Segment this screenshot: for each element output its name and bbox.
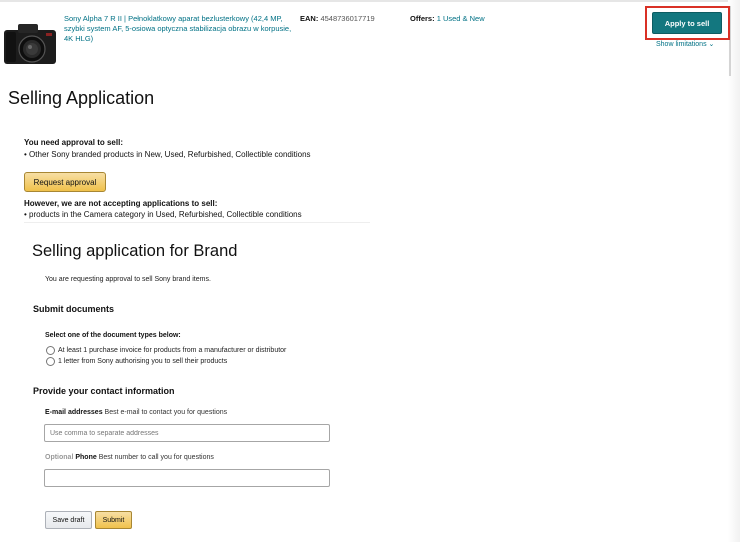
show-limitations-label: Show limitations <box>656 41 707 48</box>
apply-to-sell-button[interactable]: Apply to sell <box>652 12 722 34</box>
ean-label: EAN: <box>300 14 319 23</box>
submit-documents-heading: Submit documents <box>33 304 115 314</box>
letter-radio[interactable] <box>46 357 55 366</box>
invoice-radio[interactable] <box>46 346 55 355</box>
email-label-hint: Best e-mail to contact you for questions <box>104 409 228 416</box>
brand-application-title: Selling application for Brand <box>32 242 238 260</box>
email-field-label: E-mail addresses Best e-mail to contact … <box>45 409 227 416</box>
email-label-bold: E-mail addresses <box>45 409 103 416</box>
not-accepting-heading: However, we are not accepting applicatio… <box>24 199 218 208</box>
brand-application-subtitle: You are requesting approval to sell Sony… <box>45 276 211 283</box>
document-type-label: Select one of the document types below: <box>45 332 181 339</box>
ean-info: EAN: 4548736017719 <box>300 14 375 23</box>
email-field[interactable] <box>44 424 330 442</box>
top-border <box>0 0 740 2</box>
product-title-link[interactable]: Sony Alpha 7 R II | Pełnoklatkowy aparat… <box>64 14 296 44</box>
submit-button[interactable]: Submit <box>95 511 132 529</box>
not-accepting-text: products in the Camera category in Used,… <box>29 210 302 219</box>
offers-link[interactable]: 1 Used & New <box>437 14 485 23</box>
bullet-icon: • <box>24 150 27 159</box>
letter-option-label: 1 letter from Sony authorising you to se… <box>58 358 228 365</box>
page-title: Selling Application <box>8 88 155 108</box>
scroll-edge <box>728 0 740 542</box>
request-approval-button[interactable]: Request approval <box>24 172 106 192</box>
document-option-letter[interactable]: 1 letter from Sony authorising you to se… <box>46 357 227 366</box>
need-approval-text: Other Sony branded products in New, Used… <box>29 150 311 159</box>
need-approval-heading: You need approval to sell: <box>24 138 123 147</box>
offers-label: Offers: <box>410 14 435 23</box>
phone-field-label: Optional Phone Best number to call you f… <box>45 454 214 461</box>
bullet-icon: • <box>24 210 27 219</box>
not-accepting-item: • products in the Camera category in Use… <box>24 210 302 219</box>
phone-label-bold: Phone <box>75 454 97 461</box>
divider <box>24 222 370 223</box>
phone-label-hint: Best number to call you for questions <box>98 454 214 461</box>
ean-value: 4548736017719 <box>320 14 375 23</box>
contact-info-heading: Provide your contact information <box>33 386 175 396</box>
optional-label: Optional <box>45 454 74 461</box>
phone-field[interactable] <box>44 469 330 487</box>
product-thumbnail[interactable] <box>2 18 58 68</box>
document-option-invoice[interactable]: At least 1 purchase invoice for products… <box>46 346 286 355</box>
chevron-down-icon: ⌄ <box>708 41 715 48</box>
need-approval-item: • Other Sony branded products in New, Us… <box>24 150 311 159</box>
save-draft-button[interactable]: Save draft <box>45 511 92 529</box>
offers-info: Offers: 1 Used & New <box>410 14 485 23</box>
invoice-option-label: At least 1 purchase invoice for products… <box>58 347 287 354</box>
show-limitations-link[interactable]: Show limitations ⌄ <box>656 40 714 48</box>
